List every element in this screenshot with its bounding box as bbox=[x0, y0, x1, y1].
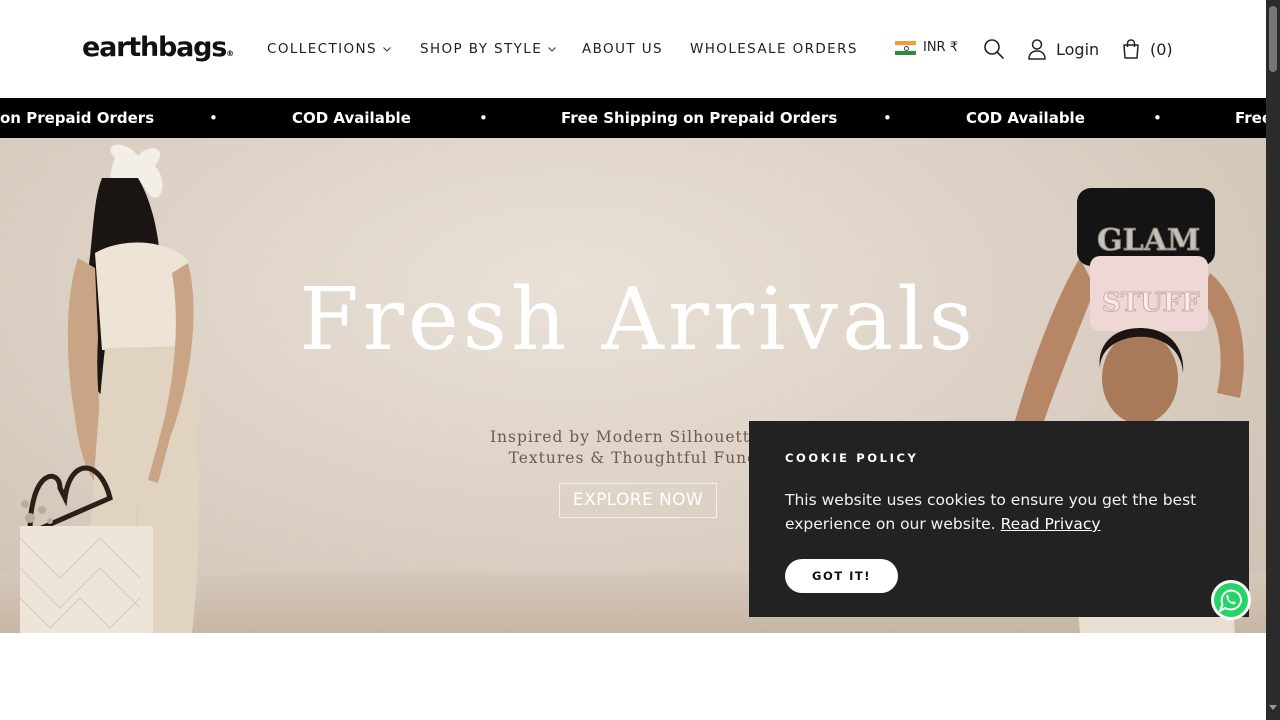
currency-label: INR ₹ bbox=[923, 40, 958, 55]
nav-about-us-label: ABOUT US bbox=[582, 41, 663, 57]
pouch-top-label: GLAM bbox=[1097, 223, 1200, 258]
chevron-down-icon bbox=[383, 47, 391, 52]
nav-collections-label: COLLECTIONS bbox=[267, 41, 377, 57]
announcement-item: Free bbox=[1235, 109, 1266, 127]
announcement-separator: • bbox=[883, 109, 892, 127]
user-icon bbox=[1028, 39, 1046, 60]
cookie-title: COOKIE POLICY bbox=[785, 451, 919, 465]
announcement-item: COD Available bbox=[966, 109, 1085, 127]
announcement-separator: • bbox=[479, 109, 488, 127]
announcement-item: Free Shipping on Prepaid Orders bbox=[561, 109, 838, 127]
announcement-item: COD Available bbox=[292, 109, 411, 127]
search-icon[interactable] bbox=[983, 38, 1005, 60]
chevron-down-icon bbox=[548, 47, 557, 52]
announcement-item: on Prepaid Orders bbox=[0, 109, 155, 127]
scroll-down-arrow-icon[interactable] bbox=[1269, 705, 1277, 710]
announcement-separator: • bbox=[209, 109, 218, 127]
nav-collections[interactable]: COLLECTIONS bbox=[267, 40, 392, 58]
got-it-button[interactable]: GOT IT! bbox=[785, 559, 898, 593]
nav-about-us[interactable]: ABOUT US bbox=[582, 40, 663, 58]
shopping-bag-icon bbox=[1123, 39, 1139, 59]
page-scrollbar[interactable] bbox=[1266, 0, 1280, 720]
whatsapp-icon[interactable] bbox=[1210, 579, 1252, 621]
nav-shop-by-style-label: SHOP BY STYLE bbox=[420, 41, 543, 57]
login-link[interactable]: Login bbox=[1027, 38, 1099, 60]
scrollbar-thumb[interactable] bbox=[1269, 6, 1277, 72]
hero-title: Fresh Arrivals bbox=[299, 270, 977, 370]
hero-model-left-image bbox=[20, 144, 200, 633]
nav-wholesale-orders[interactable]: WHOLESALE ORDERS bbox=[690, 40, 858, 58]
cart-button[interactable]: (0) bbox=[1121, 38, 1173, 60]
cookie-banner: COOKIE POLICY This website uses cookies … bbox=[749, 421, 1249, 617]
explore-now-button[interactable]: EXPLORE NOW bbox=[559, 483, 717, 518]
site-header: earthbags® COLLECTIONS SHOP BY STYLE ABO… bbox=[0, 0, 1266, 98]
cookie-message: This website uses cookies to ensure you … bbox=[785, 491, 1197, 533]
announcement-bar: on Prepaid Orders • COD Available • Free… bbox=[0, 98, 1266, 138]
cookie-text: This website uses cookies to ensure you … bbox=[785, 488, 1205, 536]
site-logo[interactable]: earthbags® bbox=[82, 30, 234, 66]
announcement-separator: • bbox=[1153, 109, 1162, 127]
login-label: Login bbox=[1056, 39, 1100, 59]
nav-wholesale-orders-label: WHOLESALE ORDERS bbox=[690, 41, 858, 57]
currency-selector[interactable]: INR ₹ bbox=[895, 40, 958, 55]
cart-count: (0) bbox=[1150, 39, 1173, 59]
nav-shop-by-style[interactable]: SHOP BY STYLE bbox=[420, 40, 557, 58]
india-flag-icon bbox=[895, 40, 916, 55]
read-privacy-link[interactable]: Read Privacy bbox=[1001, 515, 1101, 533]
